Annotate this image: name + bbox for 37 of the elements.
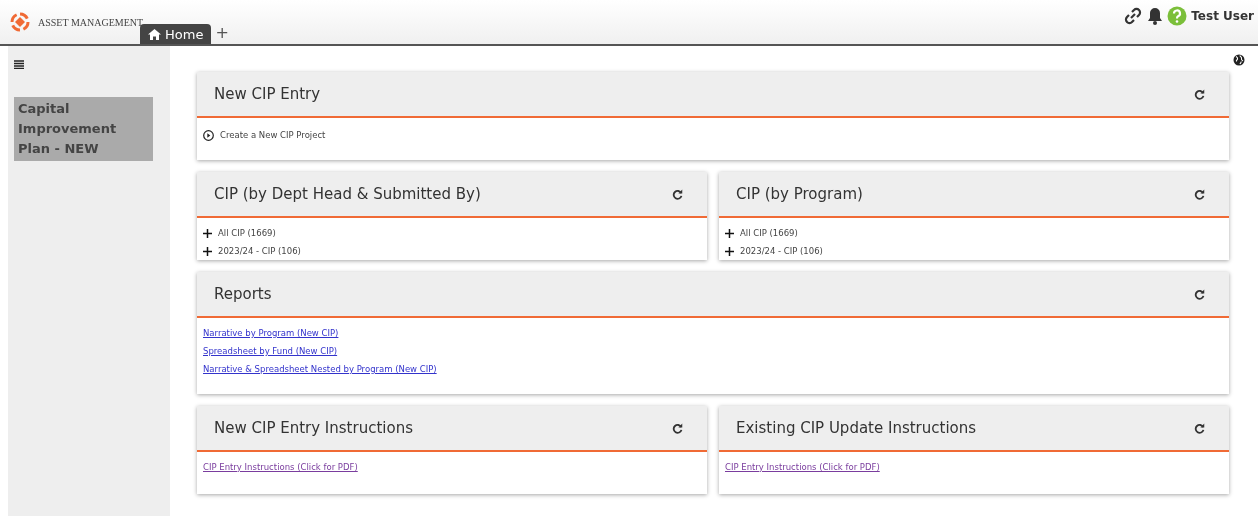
card-title: CIP (by Dept Head & Submitted By) <box>214 185 481 203</box>
refresh-icon[interactable] <box>1194 188 1205 200</box>
expand-icon[interactable] <box>725 228 734 238</box>
report-link[interactable]: CIP Entry Instructions (Click for PDF) <box>725 458 1223 476</box>
expand-icon[interactable] <box>725 246 734 256</box>
card-title: CIP (by Program) <box>736 185 863 203</box>
add-tab-button[interactable]: + <box>211 23 233 44</box>
home-tab[interactable]: Home <box>140 24 212 44</box>
expand-icon[interactable] <box>203 246 212 256</box>
refresh-icon[interactable] <box>1194 88 1205 100</box>
menu-icon[interactable] <box>14 60 24 69</box>
refresh-icon[interactable] <box>672 422 683 434</box>
report-link[interactable]: CIP Entry Instructions (Click for PDF) <box>203 458 701 476</box>
report-link[interactable]: Narrative & Spreadsheet Nested by Program (New CIP) <box>203 360 1223 378</box>
user-name[interactable]: Test User <box>1191 9 1254 23</box>
sidebar-item[interactable]: Capital Improvement Plan - NEW <box>14 97 153 161</box>
expand-icon[interactable] <box>203 228 212 238</box>
logo-icon <box>10 12 30 32</box>
report-link[interactable]: Spreadsheet by Fund (New CIP) <box>203 342 1223 360</box>
card-title: Reports <box>214 285 272 303</box>
tree-node[interactable]: All CIP (1669) <box>203 224 701 242</box>
refresh-icon[interactable] <box>672 188 683 200</box>
home-icon <box>148 29 161 40</box>
bell-icon[interactable] <box>1147 7 1164 25</box>
globe-icon[interactable] <box>1233 54 1245 66</box>
tree-node[interactable]: 2023/24 - CIP (106) <box>203 242 701 260</box>
tree-node[interactable]: All CIP (1669) <box>725 224 1223 242</box>
report-link[interactable]: Narrative by Program (New CIP) <box>203 324 1223 342</box>
card-title: Existing CIP Update Instructions <box>736 419 977 437</box>
refresh-icon[interactable] <box>1194 288 1205 300</box>
tree-node[interactable]: 2023/24 - CIP (106) <box>725 242 1223 260</box>
link-icon[interactable] <box>1123 6 1144 26</box>
card-title: New CIP Entry <box>214 85 321 103</box>
play-icon <box>203 129 214 141</box>
refresh-icon[interactable] <box>1194 422 1205 434</box>
card-title: New CIP Entry Instructions <box>214 419 413 437</box>
create-project-link[interactable]: Create a New CIP Project <box>203 124 1223 144</box>
